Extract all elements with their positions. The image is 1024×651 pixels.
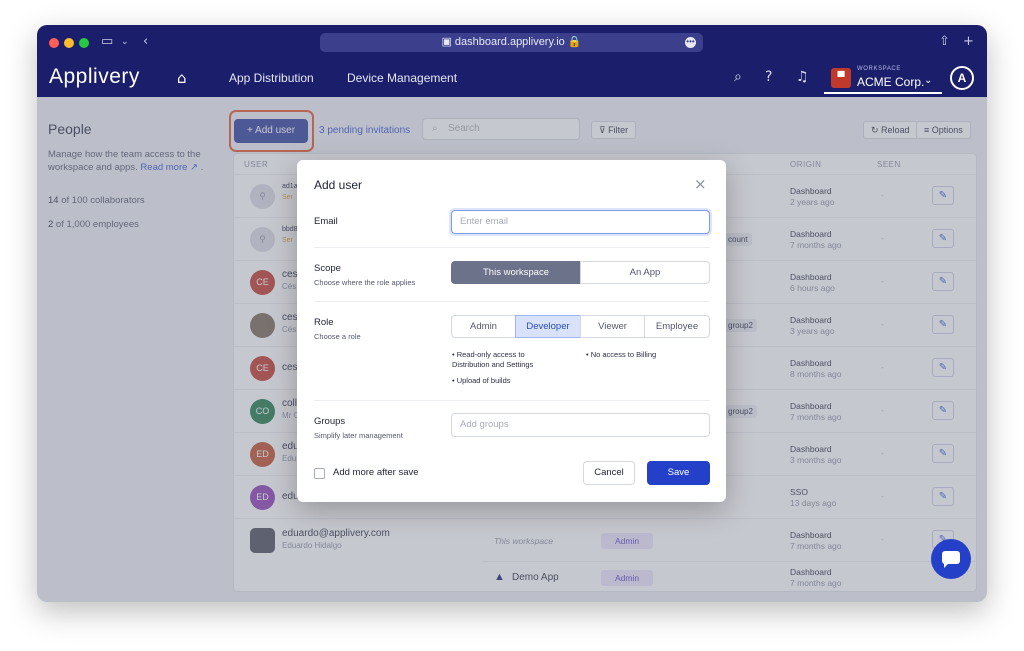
- dialog-title: Add user: [314, 178, 362, 192]
- role-permission-item: • No access to Billing: [586, 350, 656, 360]
- save-button[interactable]: Save: [647, 461, 710, 485]
- role-option-developer[interactable]: Developer: [515, 315, 581, 338]
- workspace-caption: WORKSPACE: [857, 66, 901, 72]
- site-icon: ▣: [441, 36, 454, 48]
- avatar[interactable]: A: [950, 66, 974, 90]
- close-icon[interactable]: ×: [694, 175, 707, 193]
- add-user-dialog: Add user × Email Enter email Scope Choos…: [297, 160, 726, 502]
- divider: [314, 247, 710, 248]
- sidebar-icon[interactable]: ▭: [101, 34, 113, 49]
- divider: [314, 400, 710, 401]
- role-option-admin[interactable]: Admin: [451, 315, 516, 338]
- chevron-down-icon[interactable]: ⌄: [121, 37, 129, 47]
- close-window-button[interactable]: [49, 38, 59, 48]
- role-option-employee[interactable]: Employee: [644, 315, 710, 338]
- role-help: Choose a role: [314, 332, 361, 341]
- back-icon[interactable]: ‹: [143, 34, 148, 49]
- chevron-down-icon: ⌄: [924, 75, 932, 86]
- chat-button[interactable]: [931, 539, 971, 579]
- scope-option-workspace[interactable]: This workspace: [451, 261, 581, 284]
- lock-icon: 🔒: [565, 36, 582, 48]
- minimize-window-button[interactable]: [64, 38, 74, 48]
- role-permission-item: • Upload of builds: [452, 376, 511, 386]
- groups-label: Groups: [314, 416, 345, 427]
- workspace-name: ACME Corp.: [857, 75, 924, 89]
- maximize-window-button[interactable]: [79, 38, 89, 48]
- groups-help: Simplify later management: [314, 431, 403, 440]
- nav-app-distribution[interactable]: App Distribution: [229, 71, 314, 85]
- new-tab-icon[interactable]: +: [963, 34, 974, 49]
- app-logo[interactable]: Applivery: [49, 65, 140, 89]
- chat-icon-tail: [944, 563, 949, 568]
- help-icon[interactable]: ?: [765, 69, 772, 85]
- scope-help: Choose where the role applies: [314, 278, 415, 287]
- add-more-label[interactable]: Add more after save: [333, 467, 419, 478]
- role-label: Role: [314, 317, 334, 328]
- scope-option-app[interactable]: An App: [580, 261, 710, 284]
- nav-device-management[interactable]: Device Management: [347, 71, 457, 85]
- workspace-logo: ▀: [831, 68, 851, 88]
- groups-input[interactable]: Add groups: [451, 413, 710, 437]
- add-more-checkbox[interactable]: [314, 468, 325, 479]
- cancel-button[interactable]: Cancel: [583, 461, 635, 485]
- browser-window: ▭ ⌄ ‹ ▣ dashboard.applivery.io 🔒 ••• ⇧ +…: [37, 25, 987, 602]
- divider: [314, 301, 710, 302]
- scope-label: Scope: [314, 263, 341, 274]
- bell-icon[interactable]: ♫: [796, 69, 809, 85]
- share-icon[interactable]: ⇧: [939, 34, 950, 49]
- workspace-selector[interactable]: ▀ WORKSPACE ACME Corp. ⌄: [824, 64, 942, 94]
- browser-toolbar: ▭ ⌄ ‹ ▣ dashboard.applivery.io 🔒 ••• ⇧ +: [37, 25, 987, 60]
- address-bar[interactable]: ▣ dashboard.applivery.io 🔒 •••: [320, 33, 703, 52]
- more-icon[interactable]: •••: [685, 37, 696, 48]
- url-text: dashboard.applivery.io: [455, 36, 565, 48]
- home-icon[interactable]: ⌂: [177, 69, 187, 87]
- role-option-viewer[interactable]: Viewer: [580, 315, 645, 338]
- role-permission-item: • Read-only access to Distribution and S…: [452, 350, 557, 370]
- search-icon[interactable]: ⌕: [734, 69, 742, 85]
- email-field[interactable]: Enter email: [451, 210, 710, 234]
- email-label: Email: [314, 216, 338, 227]
- app-header: Applivery ⌂ App Distribution Device Mana…: [37, 60, 987, 97]
